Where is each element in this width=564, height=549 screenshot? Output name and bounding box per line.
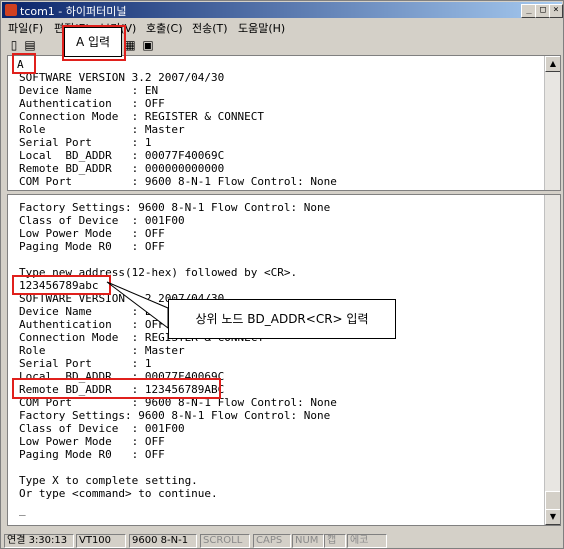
pointer-wedge [106, 281, 169, 330]
callout-pointer [106, 281, 169, 330]
callout-upper-node: 상위 노드 BD_ADDR<CR> 입력 [168, 299, 396, 339]
